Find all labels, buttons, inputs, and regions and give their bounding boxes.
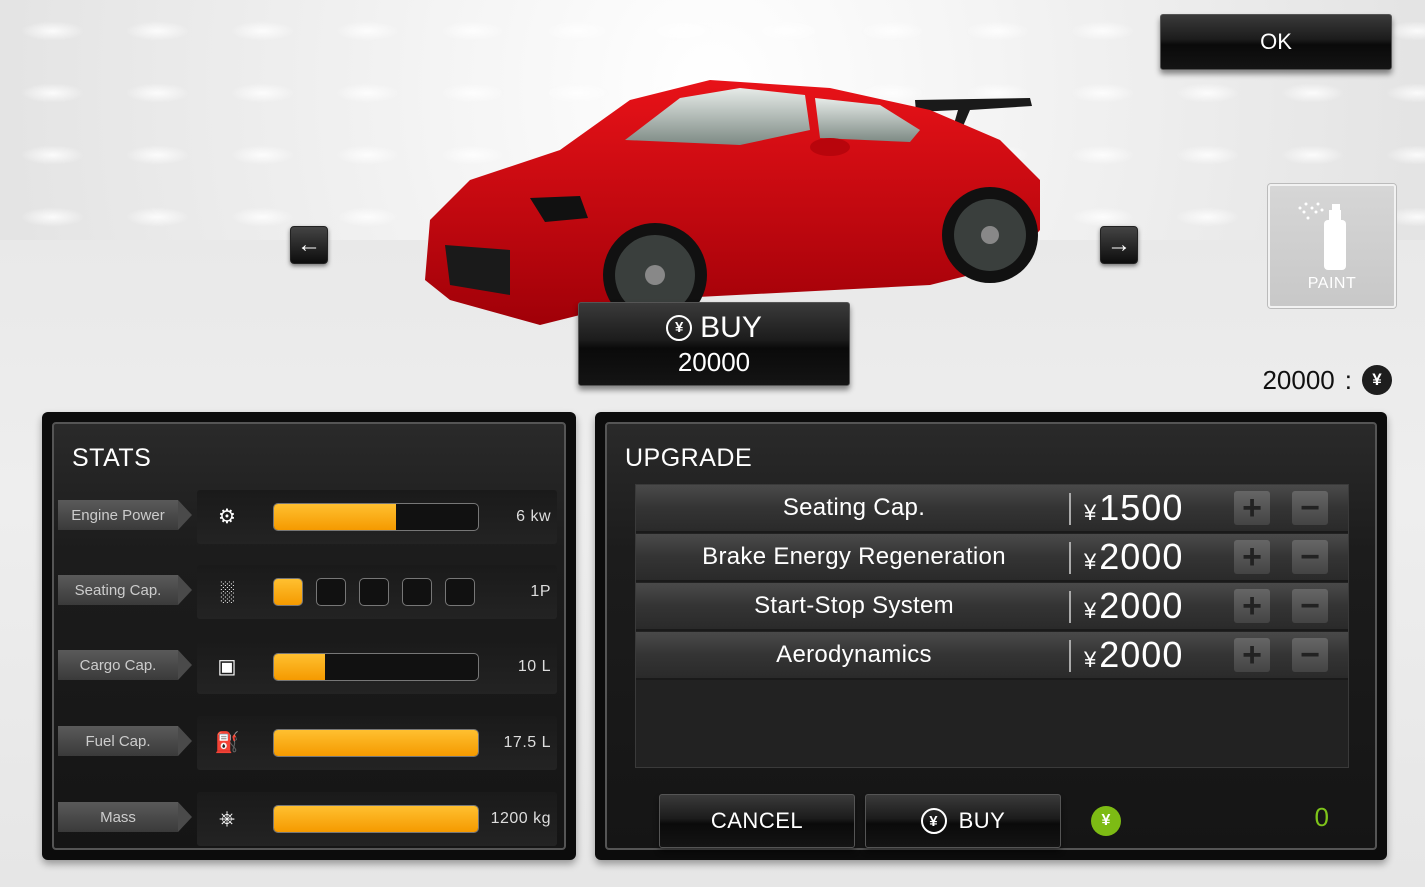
next-car-arrow-icon[interactable]: → <box>1100 226 1138 264</box>
upgrade-list: Seating Cap. ¥1500 + − Brake Energy Rege… <box>635 484 1349 768</box>
minus-icon[interactable]: − <box>1292 540 1328 574</box>
minus-icon[interactable]: − <box>1292 589 1328 623</box>
stat-row-seating-cap: Seating Cap. ░ 1P <box>54 565 568 619</box>
car-image <box>425 80 1040 327</box>
upgrade-name: Aerodynamics <box>776 641 932 668</box>
buy-car-label: BUY <box>700 310 762 344</box>
stat-value: 1200 kg <box>490 810 551 827</box>
stat-label: Mass <box>58 802 192 832</box>
upgrade-row: Start-Stop System ¥2000 + − <box>636 583 1348 631</box>
upgrade-row: Brake Energy Regeneration ¥2000 + − <box>636 534 1348 582</box>
stats-panel: STATS Engine Power ⚙ 6 kw Seating Cap. ░ <box>42 412 576 860</box>
balance-amount: 20000 <box>1262 364 1335 395</box>
stat-row-engine-power: Engine Power ⚙ 6 kw <box>54 490 568 544</box>
paint-label: PAINT <box>1307 275 1357 292</box>
plus-icon[interactable]: + <box>1234 638 1270 672</box>
upgrade-total: 0 <box>1314 802 1329 832</box>
upgrade-row: Aerodynamics ¥2000 + − <box>636 632 1348 680</box>
yen-icon: ¥ <box>920 808 947 834</box>
seat-slot <box>273 578 303 606</box>
stat-row-cargo-cap: Cargo Cap. ▣ 10 L <box>54 640 568 694</box>
luggage-icon: ▣ <box>217 656 237 678</box>
previous-car-arrow-icon[interactable]: ← <box>290 226 328 264</box>
stat-label: Seating Cap. <box>58 575 192 605</box>
paint-button[interactable]: PAINT <box>1268 184 1396 308</box>
upgrade-name: Seating Cap. <box>782 494 926 521</box>
seating-slots <box>273 578 475 606</box>
plus-icon[interactable]: + <box>1234 540 1270 574</box>
upgrade-panel: UPGRADE Seating Cap. ¥1500 + − Brake Ene… <box>595 412 1387 860</box>
stat-value: 17.5 L <box>503 734 551 751</box>
plus-icon[interactable]: + <box>1234 491 1270 525</box>
scale-car-icon: ⎈ <box>219 808 235 830</box>
stat-label: Fuel Cap. <box>58 726 192 756</box>
yen-icon: ¥ <box>1091 806 1121 836</box>
ok-button[interactable]: OK <box>1160 14 1392 70</box>
stats-title: STATS <box>72 444 152 472</box>
seat-icon: ░ <box>219 581 235 603</box>
upgrade-price: ¥2000 <box>1084 585 1184 626</box>
plus-icon[interactable]: + <box>1234 589 1270 623</box>
minus-icon[interactable]: − <box>1292 491 1328 525</box>
yen-icon: ¥ <box>1362 365 1392 395</box>
seat-slot <box>402 578 432 606</box>
stat-value: 6 kw <box>516 508 551 525</box>
spray-can-icon <box>1298 202 1346 270</box>
seat-slot <box>316 578 346 606</box>
engine-icon: ⚙ <box>218 506 236 528</box>
cargo-cap-bar <box>273 653 479 681</box>
seat-slot <box>445 578 475 606</box>
upgrade-price: ¥1500 <box>1084 487 1184 528</box>
minus-icon[interactable]: − <box>1292 638 1328 672</box>
upgrade-title: UPGRADE <box>625 444 753 472</box>
stat-row-mass: Mass ⎈ 1200 kg <box>54 792 568 846</box>
seat-slot <box>359 578 389 606</box>
fuel-cap-bar <box>273 729 479 757</box>
yen-icon: ¥ <box>666 314 693 341</box>
stat-value: 1P <box>530 583 551 600</box>
upgrade-price: ¥2000 <box>1084 634 1184 675</box>
car-price: 20000 <box>677 346 751 377</box>
mass-bar <box>273 805 479 833</box>
fuel-pump-icon: ⛽ <box>214 732 240 754</box>
buy-car-button[interactable]: ¥ BUY 20000 <box>578 302 850 386</box>
balance-separator: : <box>1344 364 1352 395</box>
upgrade-price: ¥2000 <box>1084 536 1184 577</box>
upgrade-name: Start-Stop System <box>754 592 954 619</box>
upgrade-row: Seating Cap. ¥1500 + − <box>636 485 1348 533</box>
stat-label: Engine Power <box>58 500 192 530</box>
upgrade-name: Brake Energy Regeneration <box>702 543 1006 570</box>
stat-label: Cargo Cap. <box>58 650 192 680</box>
player-balance: 20000 : ¥ <box>1200 362 1392 398</box>
engine-power-bar <box>273 503 479 531</box>
stat-row-fuel-cap: Fuel Cap. ⛽ 17.5 L <box>54 716 568 770</box>
buy-upgrade-label: BUY <box>958 808 1006 833</box>
stat-value: 10 L <box>517 658 551 675</box>
cancel-button[interactable]: CANCEL <box>659 794 855 848</box>
buy-upgrade-button[interactable]: ¥ BUY <box>865 794 1061 848</box>
